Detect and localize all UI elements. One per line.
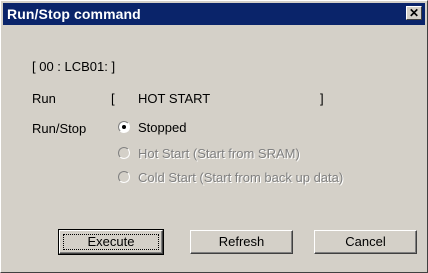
close-icon: ✕ (408, 6, 420, 20)
radio-stopped[interactable] (118, 121, 130, 133)
radio-hot-start (118, 147, 130, 159)
radio-cold-start-label: Cold Start (Start from back up data) (138, 170, 344, 185)
refresh-button-label: Refresh (218, 234, 265, 249)
run-stop-dialog: Run/Stop command ✕ [ 00 : LCB01: ] Run [… (0, 0, 428, 273)
refresh-button[interactable]: Refresh (190, 230, 293, 254)
radio-selected-dot (122, 125, 126, 129)
close-button[interactable]: ✕ (406, 6, 422, 20)
radio-hot-start-label: Hot Start (Start from SRAM) (138, 146, 300, 161)
station-label: [ 00 : LCB01: ] (32, 59, 116, 74)
focus-rectangle (63, 234, 159, 250)
cancel-button[interactable]: Cancel (314, 230, 417, 254)
radio-stopped-label[interactable]: Stopped (138, 120, 186, 135)
radio-cold-start (118, 171, 130, 183)
run-status-value: HOT START (138, 91, 211, 106)
run-close-bracket: ] (320, 91, 324, 106)
run-stop-label: Run/Stop (32, 121, 87, 136)
run-open-bracket: [ (111, 91, 115, 106)
cancel-button-label: Cancel (345, 234, 386, 249)
run-label: Run (32, 91, 56, 106)
window-title: Run/Stop command (7, 6, 141, 22)
execute-button[interactable]: Execute (58, 229, 164, 255)
title-bar[interactable]: Run/Stop command ✕ (3, 3, 425, 25)
